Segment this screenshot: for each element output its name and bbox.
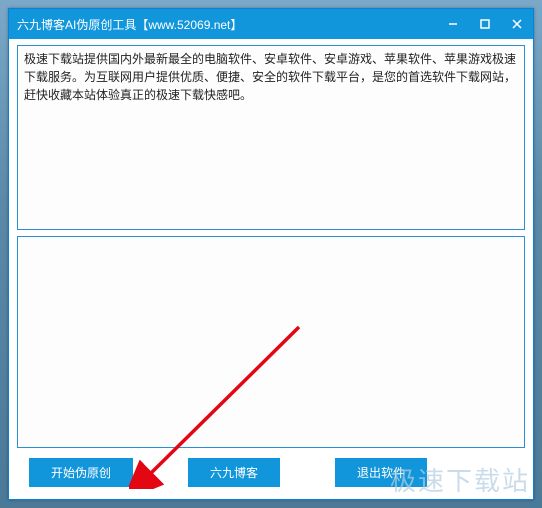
app-window: 六九博客AI伪原创工具【www.52069.net】 开始伪原创 六九博客 退出… <box>8 8 534 500</box>
maximize-button[interactable] <box>469 9 501 39</box>
exit-button[interactable]: 退出软件 <box>335 458 427 487</box>
source-textarea[interactable] <box>17 45 525 230</box>
button-bar: 开始伪原创 六九博客 退出软件 <box>17 454 525 493</box>
blog-button[interactable]: 六九博客 <box>188 458 280 487</box>
result-textarea[interactable] <box>17 236 525 448</box>
minimize-button[interactable] <box>437 9 469 39</box>
content-area: 开始伪原创 六九博客 退出软件 <box>9 39 533 499</box>
titlebar: 六九博客AI伪原创工具【www.52069.net】 <box>9 9 533 39</box>
window-title: 六九博客AI伪原创工具【www.52069.net】 <box>17 16 437 33</box>
start-button[interactable]: 开始伪原创 <box>29 458 133 487</box>
window-controls <box>437 9 533 39</box>
close-button[interactable] <box>501 9 533 39</box>
